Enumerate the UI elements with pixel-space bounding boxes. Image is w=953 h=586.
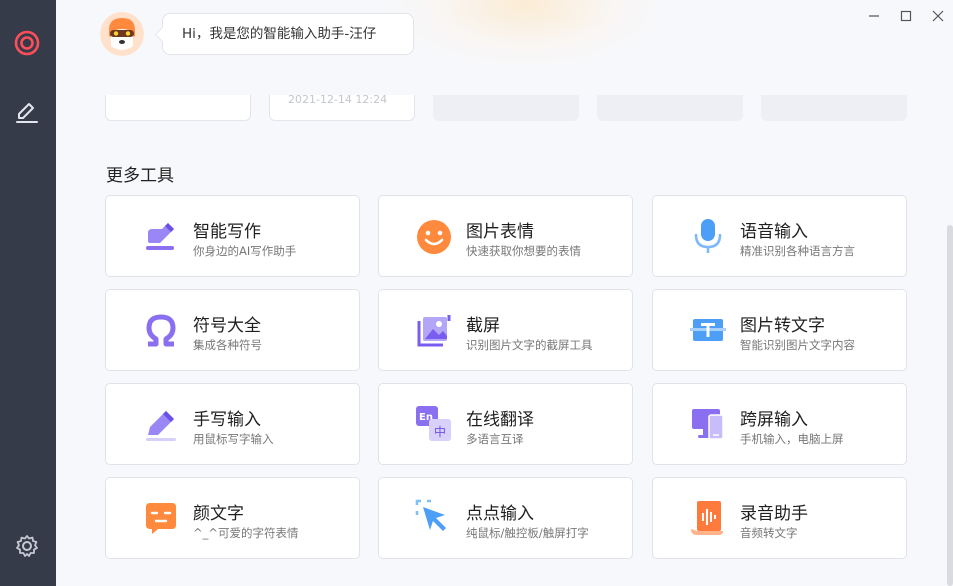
tool-card-ai-writing[interactable]: 智能写作 你身边的AI写作助手 — [105, 195, 360, 277]
tool-name: 截屏 — [466, 316, 500, 336]
main-panel: Hi，我是您的智能输入助手-汪仔 2021-12-14 12:24 更多工具 智… — [56, 0, 953, 586]
settings-button[interactable] — [12, 533, 42, 563]
close-button[interactable] — [928, 6, 948, 26]
tool-desc: 用鼠标写字输入 — [193, 432, 274, 446]
tool-card-voice-input[interactable]: 语音输入 精准识别各种语言方言 — [652, 195, 907, 277]
tool-name: 手写输入 — [193, 410, 261, 430]
tool-desc: 快速获取你想要的表情 — [466, 244, 581, 258]
gear-icon — [14, 533, 40, 563]
tool-card-cross-screen[interactable]: 跨屏输入 手机输入，电脑上屏 — [652, 383, 907, 465]
tool-desc: 智能识别图片文字内容 — [740, 338, 855, 352]
kaomoji-icon — [142, 499, 180, 537]
tool-desc: 你身边的AI写作助手 — [193, 244, 297, 258]
tool-name: 在线翻译 — [466, 410, 534, 430]
tool-name: 智能写作 — [193, 222, 261, 242]
svg-text:中: 中 — [434, 424, 446, 439]
tool-card-image-emoji[interactable]: 图片表情 快速获取你想要的表情 — [378, 195, 633, 277]
recent-card[interactable] — [105, 95, 251, 121]
writing-nav-button[interactable] — [12, 99, 42, 129]
tool-desc: ^_^可爱的字符表情 — [193, 526, 299, 540]
tool-card-symbols[interactable]: 符号大全 集成各种符号 — [105, 289, 360, 371]
microphone-icon — [689, 217, 727, 255]
tool-name: 语音输入 — [740, 222, 808, 242]
click-input-icon — [415, 499, 453, 537]
assistant-avatar[interactable] — [100, 12, 144, 56]
target-logo-icon — [14, 30, 40, 60]
tool-desc: 识别图片文字的截屏工具 — [466, 338, 593, 352]
tool-name: 图片表情 — [466, 222, 534, 242]
recent-card-placeholder — [761, 95, 907, 121]
ai-writing-icon — [142, 217, 180, 255]
tool-card-image-to-text[interactable]: 图片转文字 智能识别图片文字内容 — [652, 289, 907, 371]
tool-card-handwriting[interactable]: 手写输入 用鼠标写字输入 — [105, 383, 360, 465]
tool-card-click-input[interactable]: 点点输入 纯鼠标/触控板/触屏打字 — [378, 477, 633, 559]
tool-card-kaomoji[interactable]: 颜文字 ^_^可爱的字符表情 — [105, 477, 360, 559]
tool-desc: 纯鼠标/触控板/触屏打字 — [466, 526, 589, 540]
translate-icon: En 中 — [415, 405, 453, 443]
tool-name: 颜文字 — [193, 504, 244, 524]
tool-desc: 音频转文字 — [740, 526, 798, 540]
tool-card-screenshot[interactable]: 截屏 识别图片文字的截屏工具 — [378, 289, 633, 371]
tool-name: 图片转文字 — [740, 316, 825, 336]
cross-screen-icon — [689, 405, 727, 443]
tool-card-recorder[interactable]: 录音助手 音频转文字 — [652, 477, 907, 559]
logo-button[interactable] — [12, 30, 42, 60]
tool-name: 跨屏输入 — [740, 410, 808, 430]
minimize-icon — [868, 7, 880, 26]
edit-icon — [14, 99, 40, 129]
maximize-button[interactable] — [896, 6, 916, 26]
header-glow — [386, 0, 666, 70]
emoji-icon — [415, 217, 453, 255]
tool-desc: 集成各种符号 — [193, 338, 262, 352]
close-icon — [932, 7, 944, 26]
tool-name: 符号大全 — [193, 316, 261, 336]
pen-icon — [142, 405, 180, 443]
recent-card-placeholder — [433, 95, 579, 121]
ocr-icon — [689, 311, 727, 349]
sidebar — [0, 0, 56, 586]
recent-card-date: 2021-12-14 12:24 — [288, 93, 388, 106]
maximize-icon — [900, 7, 912, 26]
assistant-greeting-bubble: Hi，我是您的智能输入助手-汪仔 — [162, 13, 414, 55]
minimize-button[interactable] — [864, 6, 884, 26]
omega-icon — [142, 311, 180, 349]
screenshot-icon — [415, 311, 453, 349]
tool-desc: 精准识别各种语言方言 — [740, 244, 855, 258]
tool-name: 点点输入 — [466, 504, 534, 524]
tool-name: 录音助手 — [740, 504, 808, 524]
recorder-icon — [689, 499, 727, 537]
tool-card-translate[interactable]: En 中 在线翻译 多语言互译 — [378, 383, 633, 465]
section-title: 更多工具 — [106, 166, 174, 186]
recent-card[interactable]: 2021-12-14 12:24 — [269, 93, 415, 121]
recent-card-placeholder — [597, 95, 743, 121]
greeting-text: Hi，我是您的智能输入助手-汪仔 — [182, 26, 377, 42]
tool-desc: 多语言互译 — [466, 432, 524, 446]
scrollbar[interactable] — [947, 225, 953, 586]
tool-desc: 手机输入，电脑上屏 — [740, 432, 844, 446]
